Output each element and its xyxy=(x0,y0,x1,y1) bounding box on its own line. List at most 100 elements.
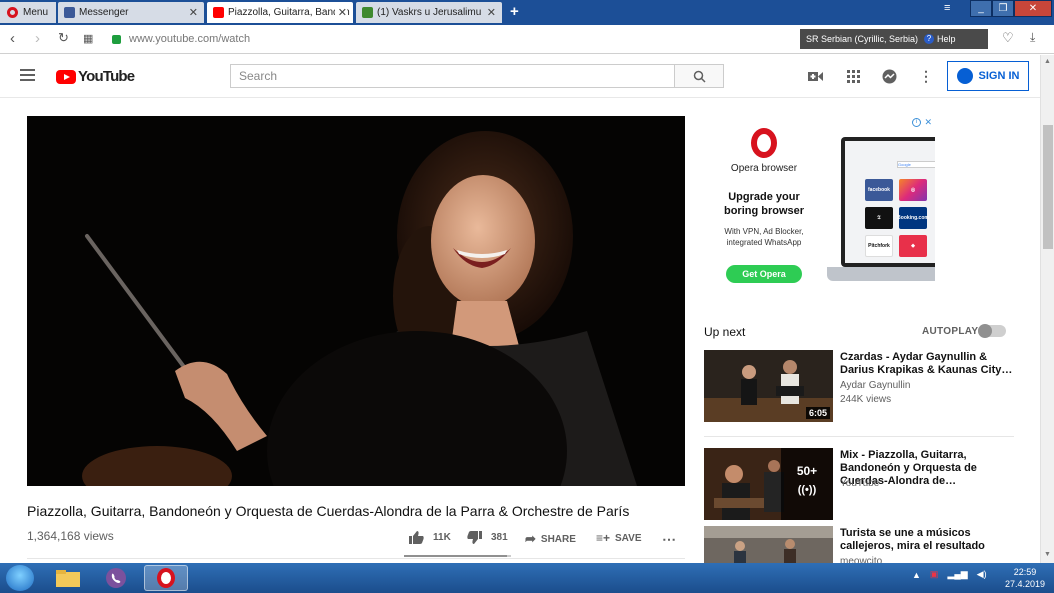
thumb-down-icon xyxy=(467,531,482,544)
list-item[interactable]: 6:05 Czardas - Aydar Gaynullin & Darius … xyxy=(704,350,1014,422)
share-button[interactable]: ➦ SHARE xyxy=(525,531,576,547)
browser-tab-bar: Menu Messenger ✕ Piazzolla, Guitarra, Ba… xyxy=(0,0,1054,25)
dislike-button[interactable]: 381 xyxy=(467,531,508,544)
like-ratio-bar xyxy=(404,555,511,557)
tab-messenger[interactable]: Messenger ✕ xyxy=(58,2,204,23)
tab-title: (1) Vaskrs u Jerusalimu (H xyxy=(377,7,495,18)
scrollbar-thumb[interactable] xyxy=(1043,125,1053,249)
ad-sub-line2: integrated WhatsApp xyxy=(726,238,802,247)
video-camera-icon[interactable] xyxy=(807,68,823,84)
channel-name: meowcito xyxy=(840,556,883,563)
video-title: Piazzolla, Guitarra, Bandoneón y Orquest… xyxy=(27,503,630,519)
opera-ad[interactable]: i ✕ Opera browser Upgrade your boring br… xyxy=(704,116,935,309)
viber-button[interactable] xyxy=(96,565,136,591)
heart-icon[interactable]: ♡ xyxy=(1002,30,1014,46)
page-scrollbar[interactable]: ▲ ▼ xyxy=(1040,55,1054,563)
opera-logo-icon xyxy=(157,568,175,588)
url-path: /watch xyxy=(218,33,251,45)
get-opera-button[interactable]: Get Opera xyxy=(726,265,802,283)
ad-close-icon[interactable]: ✕ xyxy=(924,117,932,128)
more-vert-icon[interactable]: ⋮ xyxy=(918,68,934,84)
tab-menu-icon[interactable]: ≡ xyxy=(944,2,950,14)
ad-headline-line2: boring browser xyxy=(723,205,805,217)
restore-button[interactable]: ❐ xyxy=(992,0,1014,17)
menu-icon[interactable] xyxy=(20,69,35,84)
opera-taskbar-button[interactable] xyxy=(144,565,188,591)
instagram-tile: ◎ xyxy=(899,179,927,201)
share-label: SHARE xyxy=(540,533,576,545)
list-item[interactable]: 50+ ((•)) Mix - Piazzolla, Guitarra, Ban… xyxy=(704,448,1014,520)
youtube-logo[interactable]: YouTube xyxy=(56,68,135,85)
video-thumbnail[interactable]: 6:05 xyxy=(704,350,833,422)
search-input[interactable]: Search xyxy=(230,64,675,88)
close-icon[interactable]: ✕ xyxy=(334,6,347,19)
scroll-up-icon[interactable]: ▲ xyxy=(1044,58,1051,65)
tab-youtube-video[interactable]: Piazzolla, Guitarra, Bandon ✕ xyxy=(207,2,353,23)
autoplay-toggle[interactable] xyxy=(978,324,1006,338)
apps-grid-icon[interactable] xyxy=(845,68,861,84)
viber-icon xyxy=(106,568,126,588)
booking-tile: Booking.com xyxy=(897,207,929,229)
signal-icon[interactable]: ▂▄▆ xyxy=(947,569,967,580)
save-button[interactable]: ≡+ SAVE xyxy=(596,531,642,545)
ad-info-icon[interactable]: i xyxy=(912,118,921,127)
search-icon xyxy=(693,70,706,83)
reload-icon[interactable]: ↻ xyxy=(58,30,69,46)
like-count: 11K xyxy=(433,532,451,543)
opera-logo-icon xyxy=(751,128,777,158)
ad-copy: Opera browser Upgrade your boring browse… xyxy=(704,116,824,309)
pitchfork-tile: Pitchfork xyxy=(865,235,893,257)
close-icon[interactable]: ✕ xyxy=(189,6,198,19)
divider xyxy=(704,436,1014,437)
volume-icon[interactable]: ◀) xyxy=(977,569,987,580)
view-count: 1,364,168 views xyxy=(27,529,114,543)
help-button[interactable]: ? Help xyxy=(924,34,956,44)
menu-label: Menu xyxy=(23,7,49,18)
close-window-button[interactable]: ✕ xyxy=(1014,0,1052,17)
sign-in-label: SIGN IN xyxy=(978,70,1020,82)
video-player[interactable] xyxy=(27,116,685,486)
forward-icon[interactable]: › xyxy=(35,30,40,47)
thumb-up-icon xyxy=(409,531,424,544)
ad-subtext: With VPN, Ad Blocker, integrated WhatsAp… xyxy=(704,226,824,248)
tab-vaskrs[interactable]: (1) Vaskrs u Jerusalimu (H ✕ xyxy=(356,2,502,23)
address-field[interactable]: www.youtube.com /watch xyxy=(108,29,798,49)
more-actions-icon[interactable]: ⋯ xyxy=(662,531,676,548)
tab-title: Messenger xyxy=(79,7,129,18)
ad-sub-line1: With VPN, Ad Blocker, xyxy=(724,227,804,236)
speed-dial-icon[interactable]: ▦ xyxy=(83,32,93,45)
video-title[interactable]: Turista se une a músicos callejeros, mir… xyxy=(840,527,1014,553)
clock[interactable]: 22:59 27.4.2019 xyxy=(1000,566,1050,590)
url-host: www.youtube.com xyxy=(129,33,219,45)
close-icon[interactable]: ✕ xyxy=(483,6,496,19)
file-explorer-button[interactable] xyxy=(48,565,88,591)
video-thumbnail[interactable] xyxy=(704,526,833,563)
minimize-button[interactable]: _ xyxy=(970,0,992,17)
toggle-knob xyxy=(978,324,992,338)
like-button[interactable]: 11K xyxy=(409,531,451,544)
lock-icon xyxy=(112,34,121,44)
language-indicator[interactable]: SR Serbian (Cyrillic, Serbia) ? Help xyxy=(800,29,988,49)
messages-icon[interactable] xyxy=(881,68,897,84)
start-button[interactable] xyxy=(6,565,34,591)
ad-brand: Opera browser xyxy=(730,163,798,174)
divider xyxy=(27,558,685,559)
help-label: Help xyxy=(937,34,956,44)
search-button[interactable] xyxy=(674,64,724,88)
list-item[interactable]: Turista se une a músicos callejeros, mir… xyxy=(704,526,1014,563)
video-thumbnail[interactable]: 50+ ((•)) xyxy=(704,448,833,520)
new-tab-button[interactable]: + xyxy=(510,3,519,20)
facebook-tile: facebook xyxy=(865,179,893,201)
system-tray: ▲ ▣ ▂▄▆ ◀) xyxy=(912,569,987,580)
tray-arrow-icon[interactable]: ▲ xyxy=(912,570,921,580)
dislike-count: 381 xyxy=(491,532,508,543)
scroll-down-icon[interactable]: ▼ xyxy=(1044,551,1051,558)
download-icon[interactable]: ⤓ xyxy=(1030,30,1035,45)
network-alert-icon[interactable]: ▣ xyxy=(930,569,939,580)
video-frame-image xyxy=(27,116,685,486)
back-icon[interactable]: ‹ xyxy=(10,30,15,47)
video-title[interactable]: Czardas - Aydar Gaynullin & Darius Krapi… xyxy=(840,351,1016,377)
opera-menu-button[interactable]: Menu xyxy=(0,2,56,23)
sign-in-button[interactable]: SIGN IN xyxy=(947,61,1029,91)
youtube-logo-text: YouTube xyxy=(78,68,135,85)
